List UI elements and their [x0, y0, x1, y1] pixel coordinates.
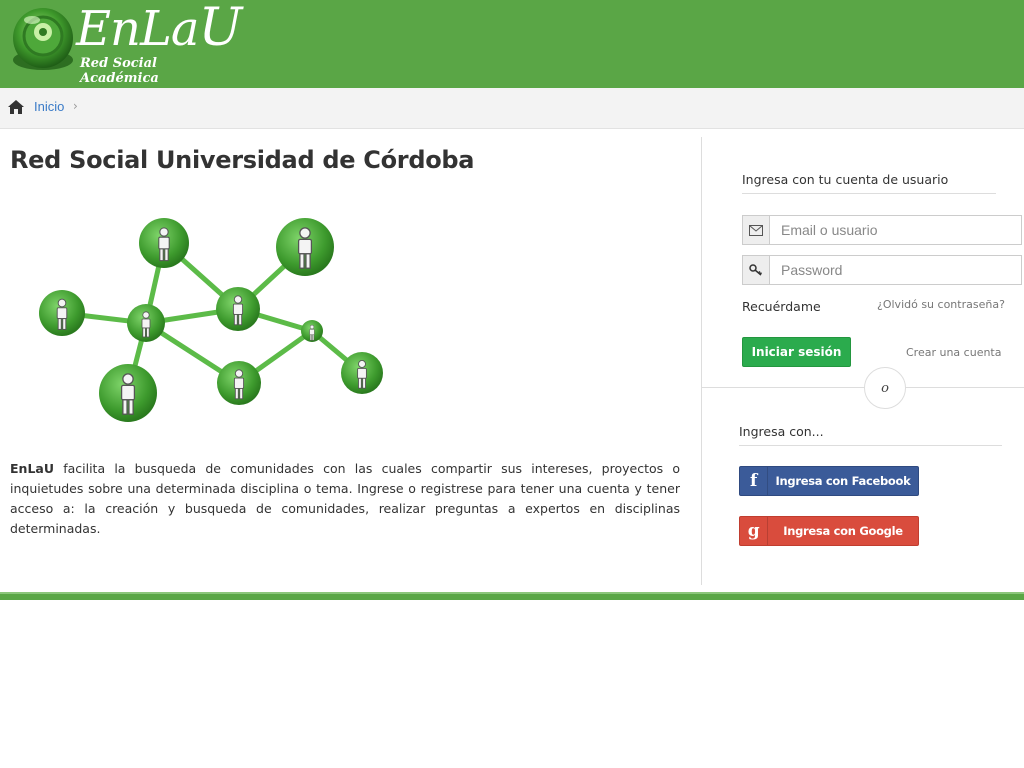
site-header: EnLaU Red Social Académica	[0, 0, 1024, 88]
remember-me-checkbox[interactable]: Recuérdame	[742, 299, 821, 314]
site-logo[interactable]: EnLaU Red Social Académica	[10, 2, 242, 86]
google-login-label: Ingresa con Google	[783, 524, 903, 538]
logo-wordmark: EnLaU	[76, 0, 242, 58]
logo-subtitle: Red Social Académica	[80, 56, 159, 86]
email-field	[742, 215, 1022, 245]
facebook-login-button[interactable]: f Ingresa con Facebook	[739, 466, 919, 496]
key-icon	[743, 256, 770, 284]
breadcrumb-item-inicio[interactable]: Inicio	[34, 99, 64, 114]
facebook-login-label: Ingresa con Facebook	[775, 474, 911, 488]
password-field	[742, 255, 1022, 285]
google-icon: g	[740, 517, 768, 545]
intro-paragraph: EnLaU facilita la busqueda de comunidade…	[10, 459, 680, 539]
social-login-heading: Ingresa con...	[739, 424, 1002, 446]
breadcrumb: Inicio ›	[0, 88, 1024, 129]
page-title: Red Social Universidad de Córdoba	[10, 146, 475, 174]
login-heading: Ingresa con tu cuenta de usuario	[742, 172, 996, 194]
login-button[interactable]: Iniciar sesión	[742, 337, 851, 367]
or-badge: o	[864, 367, 906, 409]
google-login-button[interactable]: g Ingresa con Google	[739, 516, 919, 546]
facebook-icon: f	[740, 467, 768, 495]
envelope-icon	[743, 216, 770, 244]
intro-brand: EnLaU	[10, 461, 54, 476]
social-network-illustration	[39, 218, 383, 422]
logo-emblem-icon	[13, 8, 73, 70]
forgot-password-link[interactable]: ¿Olvidó su contraseña?	[877, 298, 1005, 311]
home-icon[interactable]	[7, 99, 25, 115]
chevron-right-icon: ›	[73, 99, 78, 113]
footer-bar	[0, 592, 1024, 600]
create-account-link[interactable]: Crear una cuenta	[906, 346, 1001, 359]
password-input[interactable]	[771, 256, 1021, 284]
or-divider	[702, 387, 1024, 388]
column-divider	[701, 137, 702, 585]
email-input[interactable]	[771, 216, 1021, 244]
intro-text: facilita la busqueda de comunidades con …	[10, 461, 680, 536]
